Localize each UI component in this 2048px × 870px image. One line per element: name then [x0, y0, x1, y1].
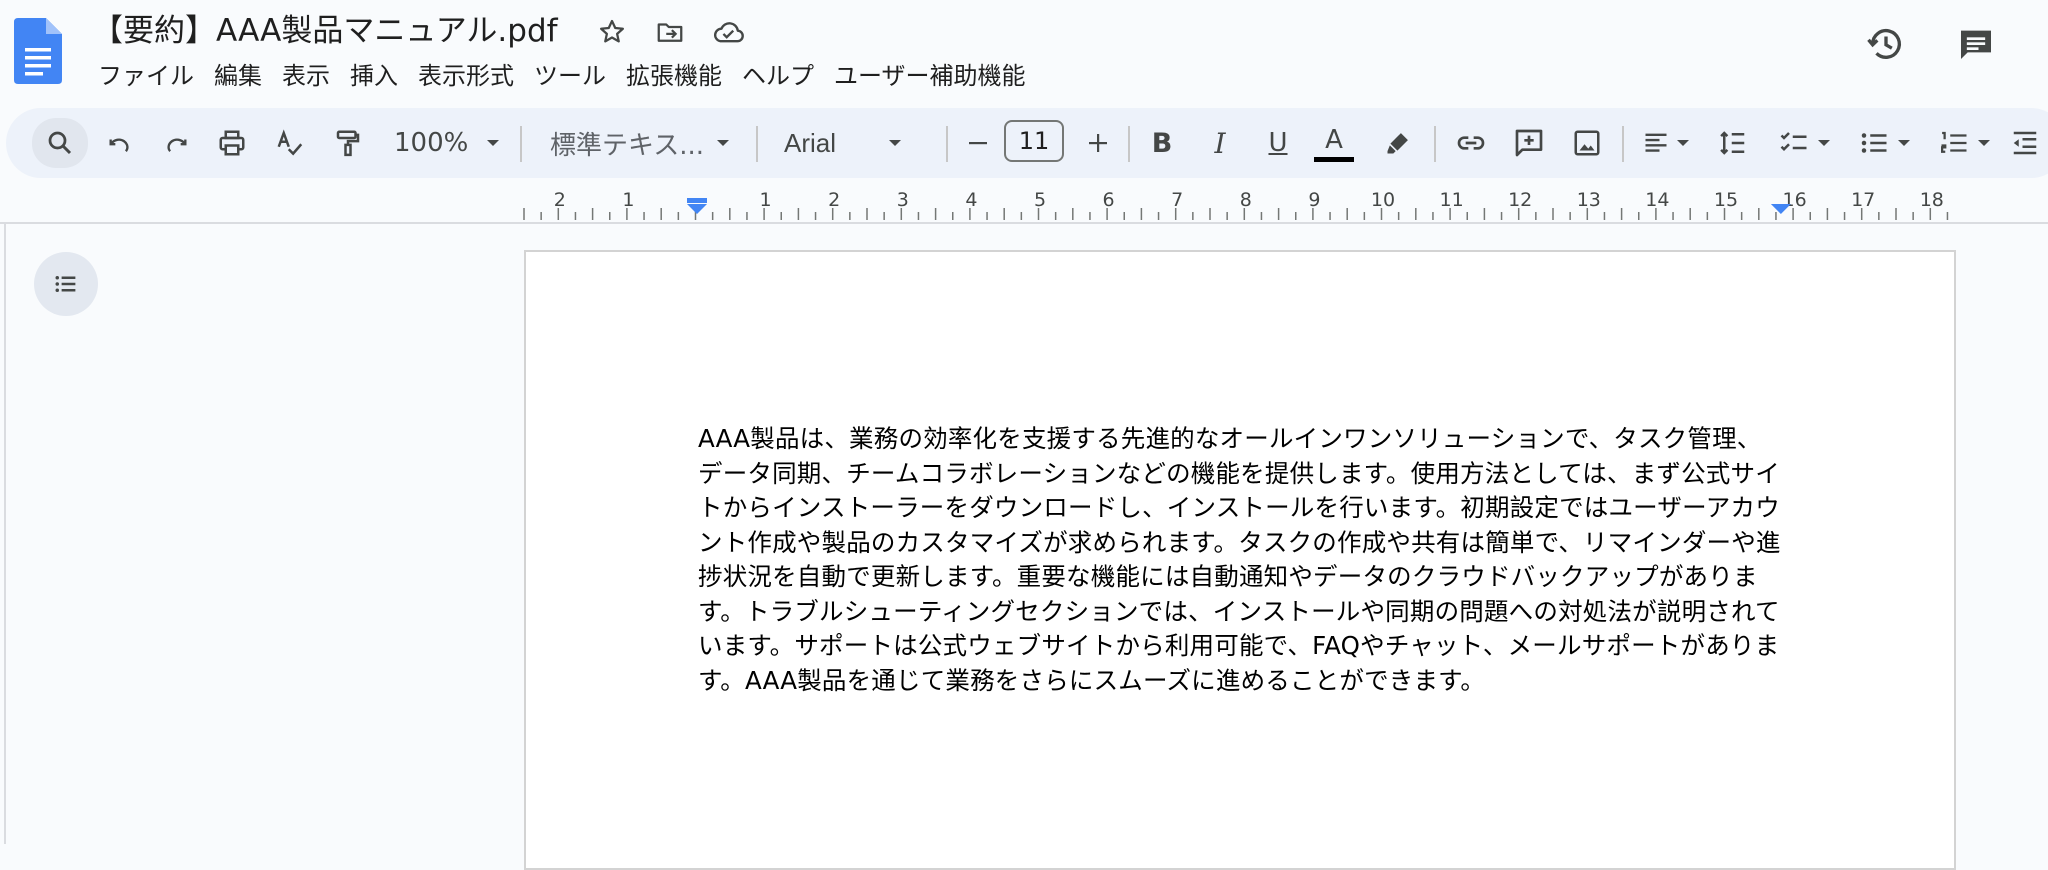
menu-bar: ファイル 編集 表示 挿入 表示形式 ツール 拡張機能 ヘルプ ユーザー補助機能: [88, 58, 1036, 94]
checklist-icon: [1780, 132, 1807, 152]
ruler-label: 1: [622, 190, 634, 211]
insert-link-icon[interactable]: [1450, 123, 1492, 163]
spellcheck-icon[interactable]: [270, 123, 310, 163]
ruler-label: 2: [828, 190, 840, 211]
insert-image-icon[interactable]: [1566, 123, 1608, 163]
docs-logo-icon[interactable]: [14, 18, 62, 84]
zoom-value: 100%: [394, 128, 469, 158]
ruler-label: 1: [760, 190, 772, 211]
print-icon[interactable]: [212, 123, 252, 163]
text-color-button[interactable]: A: [1312, 120, 1356, 166]
version-history-icon[interactable]: [1864, 22, 1908, 66]
ruler-label: 4: [965, 190, 977, 211]
bold-icon: B: [1151, 127, 1173, 159]
chevron-down-icon: [888, 138, 902, 148]
redo-icon[interactable]: [156, 123, 196, 163]
toolbar-divider: [946, 126, 948, 162]
menu-extensions[interactable]: 拡張機能: [616, 58, 732, 94]
checklist-select[interactable]: [1774, 123, 1836, 163]
cloud-saved-icon[interactable]: [710, 14, 746, 50]
underline-button[interactable]: U: [1258, 123, 1298, 163]
ruler-label: 3: [897, 190, 909, 211]
horizontal-ruler[interactable]: 2 1 1 2 3 4 5 6 7 8 9 10 11 12 13 14 15 16 17 18: [0, 189, 2048, 222]
line-spacing-icon[interactable]: [1712, 123, 1754, 163]
chevron-down-icon: [1676, 138, 1690, 148]
ruler-label: 10: [1371, 190, 1395, 211]
header: 【要約】AAA製品マニュアル.pdf ファイル 編集 表示 挿入 表示形式 ツー…: [0, 0, 2048, 106]
bulleted-list-select[interactable]: [1854, 123, 1916, 163]
undo-icon[interactable]: [100, 123, 140, 163]
decrease-indent-icon[interactable]: [2010, 123, 2046, 163]
font-select[interactable]: Arial: [774, 123, 934, 163]
menu-help[interactable]: ヘルプ: [732, 58, 824, 94]
font-size-input[interactable]: 11: [1004, 120, 1064, 162]
bulleted-list-icon: [1861, 133, 1887, 153]
paragraph-style-select[interactable]: 標準テキス...: [536, 123, 746, 163]
ruler-label: 2: [554, 190, 566, 211]
decrease-font-size-icon[interactable]: [958, 123, 998, 163]
toolbar: 100% 標準テキス... Arial 11 B I U A: [6, 108, 2048, 178]
font-value: Arial: [784, 127, 837, 158]
document-body-text[interactable]: AAA製品は、業務の効率化を支援する先進的なオールインワンソリューションで、タス…: [698, 422, 1784, 698]
ruler-label: 5: [1034, 190, 1046, 211]
left-indent-marker[interactable]: [687, 198, 707, 214]
ruler-label: 8: [1240, 190, 1252, 211]
chevron-down-icon: [716, 138, 730, 148]
underline-icon: U: [1268, 128, 1288, 158]
menu-insert[interactable]: 挿入: [340, 58, 408, 94]
menu-tools[interactable]: ツール: [524, 58, 616, 94]
add-comment-icon[interactable]: [1508, 123, 1550, 163]
chevron-down-icon: [1977, 138, 1991, 148]
menu-view[interactable]: 表示: [272, 58, 340, 94]
ruler-scale: 2 1 1 2 3 4 5 6 7 8 9 10 11 12 13 14 15 16 17 18: [523, 189, 1949, 220]
text-color-swatch: [1314, 156, 1354, 162]
chevron-down-icon: [1817, 138, 1831, 148]
align-select[interactable]: [1636, 123, 1696, 163]
toolbar-divider: [520, 126, 522, 162]
ruler-label: 6: [1103, 190, 1115, 211]
menu-accessibility[interactable]: ユーザー補助機能: [824, 58, 1036, 94]
chevron-down-icon: [486, 138, 500, 148]
document-title[interactable]: 【要約】AAA製品マニュアル.pdf: [92, 8, 558, 54]
menu-format[interactable]: 表示形式: [408, 58, 524, 94]
paragraph-style-value: 標準テキス...: [550, 130, 705, 161]
align-left-icon: [1645, 133, 1667, 152]
star-icon[interactable]: [594, 14, 630, 50]
document-outline-button[interactable]: [34, 252, 98, 316]
ruler-label: 17: [1851, 190, 1875, 211]
comments-icon[interactable]: [1954, 22, 1998, 66]
toolbar-divider: [1128, 126, 1130, 162]
numbered-list-select[interactable]: [1934, 123, 1996, 163]
increase-font-size-icon[interactable]: [1078, 123, 1118, 163]
zoom-select[interactable]: 100%: [386, 123, 506, 163]
toolbar-divider: [1434, 126, 1436, 162]
chevron-down-icon: [1897, 138, 1911, 148]
bold-button[interactable]: B: [1142, 123, 1182, 163]
ruler-label: 15: [1714, 190, 1738, 211]
search-menus-icon[interactable]: [32, 118, 88, 168]
toolbar-divider: [756, 126, 758, 162]
paint-format-icon[interactable]: [328, 123, 368, 163]
ruler-label: 18: [1920, 190, 1944, 211]
menu-edit[interactable]: 編集: [204, 58, 272, 94]
move-to-folder-icon[interactable]: [652, 14, 688, 50]
italic-icon: I: [1214, 126, 1226, 160]
ruler-label: 13: [1577, 190, 1601, 211]
ruler-label: 7: [1171, 190, 1183, 211]
outline-list-icon: [55, 276, 76, 292]
ruler-label: 11: [1440, 190, 1464, 211]
menu-file[interactable]: ファイル: [88, 58, 204, 94]
highlight-color-icon[interactable]: [1378, 123, 1418, 163]
ruler-label: 14: [1645, 190, 1669, 211]
font-size-value: 11: [1018, 127, 1050, 155]
text-color-icon: A: [1325, 124, 1343, 155]
italic-button[interactable]: I: [1200, 123, 1240, 163]
ruler-label: 9: [1308, 190, 1320, 211]
ruler-label: 12: [1508, 190, 1532, 211]
numbered-list-icon: [1941, 131, 1967, 153]
toolbar-divider: [1622, 126, 1624, 162]
